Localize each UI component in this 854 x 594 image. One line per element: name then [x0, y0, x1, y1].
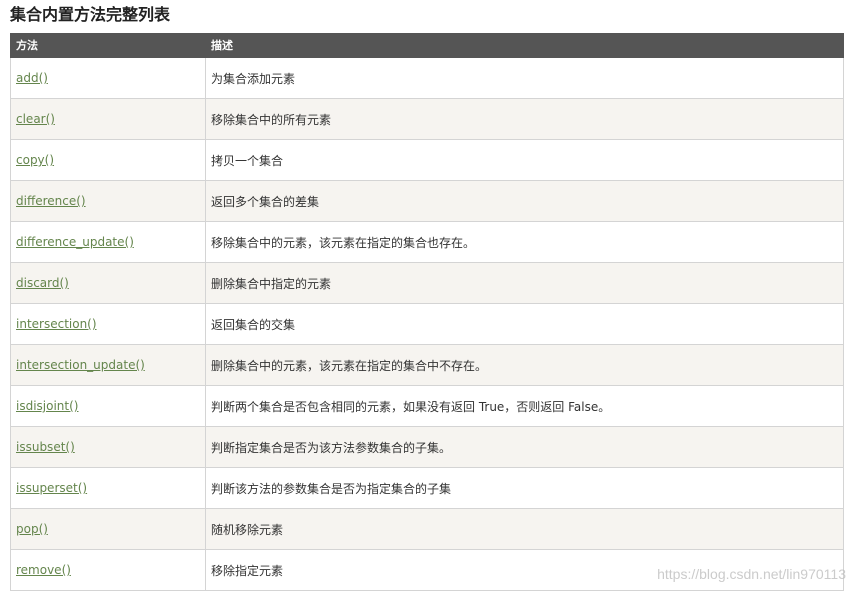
method-link-clear[interactable]: clear()	[16, 112, 55, 126]
method-link-intersection[interactable]: intersection()	[16, 317, 97, 331]
description-text: 删除集合中的元素，该元素在指定的集合中不存在。	[211, 358, 488, 373]
method-cell: intersection_update()	[10, 344, 206, 386]
description-cell: 随机移除元素	[205, 508, 844, 550]
table-row: difference_update() 移除集合中的元素，该元素在指定的集合也存…	[10, 221, 844, 263]
method-cell: difference()	[10, 180, 206, 222]
table-row: add() 为集合添加元素	[10, 57, 844, 99]
description-text: 移除指定元素	[211, 563, 284, 578]
method-cell: clear()	[10, 98, 206, 140]
method-link-pop[interactable]: pop()	[16, 522, 48, 536]
page-title: 集合内置方法完整列表	[10, 5, 171, 24]
description-cell: 判断指定集合是否为该方法参数集合的子集。	[205, 426, 844, 468]
description-cell: 删除集合中指定的元素	[205, 262, 844, 304]
method-link-issubset[interactable]: issubset()	[16, 440, 75, 454]
description-text: 返回集合的交集	[211, 317, 296, 332]
method-cell: intersection()	[10, 303, 206, 345]
method-link-intersection-update[interactable]: intersection_update()	[16, 358, 145, 372]
description-cell: 返回集合的交集	[205, 303, 844, 345]
method-cell: remove()	[10, 549, 206, 591]
table-row: discard() 删除集合中指定的元素	[10, 262, 844, 304]
methods-table: 方法 描述 add() 为集合添加元素 clear() 移除集合中的所有元素 c…	[10, 33, 844, 591]
method-cell: discard()	[10, 262, 206, 304]
description-cell: 拷贝一个集合	[205, 139, 844, 181]
method-link-issuperset[interactable]: issuperset()	[16, 481, 87, 495]
description-text: 随机移除元素	[211, 522, 284, 537]
table-row: clear() 移除集合中的所有元素	[10, 98, 844, 140]
method-link-isdisjoint[interactable]: isdisjoint()	[16, 399, 78, 413]
table-row: pop() 随机移除元素	[10, 508, 844, 550]
header-description: 描述	[205, 33, 844, 58]
description-text: 移除集合中的元素，该元素在指定的集合也存在。	[211, 235, 476, 250]
description-text: 移除集合中的所有元素	[211, 112, 332, 127]
description-cell: 为集合添加元素	[205, 57, 844, 99]
method-cell: isdisjoint()	[10, 385, 206, 427]
header-method: 方法	[10, 33, 206, 58]
description-cell: 判断该方法的参数集合是否为指定集合的子集	[205, 467, 844, 509]
table-row: isdisjoint() 判断两个集合是否包含相同的元素，如果没有返回 True…	[10, 385, 844, 427]
method-cell: issubset()	[10, 426, 206, 468]
description-cell: 返回多个集合的差集	[205, 180, 844, 222]
method-cell: difference_update()	[10, 221, 206, 263]
description-text: 判断该方法的参数集合是否为指定集合的子集	[211, 481, 452, 496]
method-link-difference-update[interactable]: difference_update()	[16, 235, 134, 249]
description-cell: 移除集合中的所有元素	[205, 98, 844, 140]
description-text: 拷贝一个集合	[211, 153, 284, 168]
description-text: 判断指定集合是否为该方法参数集合的子集。	[211, 440, 452, 455]
method-link-remove[interactable]: remove()	[16, 563, 71, 577]
description-cell: 判断两个集合是否包含相同的元素，如果没有返回 True，否则返回 False。	[205, 385, 844, 427]
description-cell: 移除集合中的元素，该元素在指定的集合也存在。	[205, 221, 844, 263]
description-cell: 删除集合中的元素，该元素在指定的集合中不存在。	[205, 344, 844, 386]
table-row: intersection_update() 删除集合中的元素，该元素在指定的集合…	[10, 344, 844, 386]
table-row: copy() 拷贝一个集合	[10, 139, 844, 181]
method-cell: copy()	[10, 139, 206, 181]
description-text: 返回多个集合的差集	[211, 194, 320, 209]
method-link-add[interactable]: add()	[16, 71, 48, 85]
method-cell: pop()	[10, 508, 206, 550]
table-row: difference() 返回多个集合的差集	[10, 180, 844, 222]
method-cell: issuperset()	[10, 467, 206, 509]
method-cell: add()	[10, 57, 206, 99]
method-link-copy[interactable]: copy()	[16, 153, 54, 167]
method-link-discard[interactable]: discard()	[16, 276, 69, 290]
description-text: 为集合添加元素	[211, 71, 296, 86]
description-text: 删除集合中指定的元素	[211, 276, 332, 291]
method-link-difference[interactable]: difference()	[16, 194, 86, 208]
description-text: 判断两个集合是否包含相同的元素，如果没有返回 True，否则返回 False。	[211, 399, 611, 414]
table-row: intersection() 返回集合的交集	[10, 303, 844, 345]
watermark: https://blog.csdn.net/lin970113	[657, 566, 846, 582]
table-row: issubset() 判断指定集合是否为该方法参数集合的子集。	[10, 426, 844, 468]
table-header-row: 方法 描述	[10, 33, 844, 58]
table-row: issuperset() 判断该方法的参数集合是否为指定集合的子集	[10, 467, 844, 509]
